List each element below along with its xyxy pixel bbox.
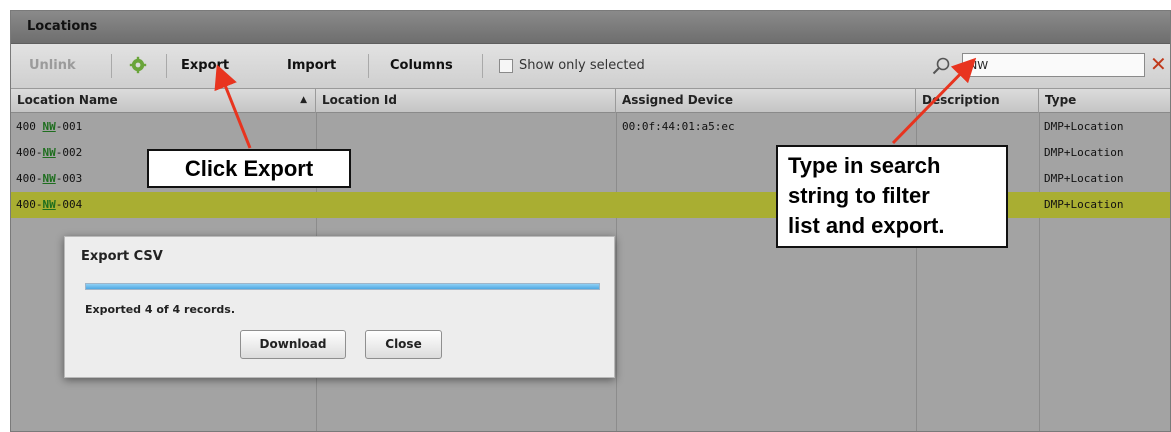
search-callout-line: string to filter: [788, 183, 930, 208]
close-button[interactable]: Close: [365, 330, 442, 359]
dialog-title: Export CSV: [81, 249, 163, 264]
search-callout: Type in search string to filter list and…: [776, 145, 1008, 248]
export-progress-bar: [85, 283, 600, 290]
name-suffix: -001: [55, 120, 83, 133]
show-selected-checkbox[interactable]: [499, 59, 513, 73]
name-suffix: -003: [55, 172, 83, 185]
columns-button[interactable]: Columns: [390, 44, 453, 88]
column-header-assigned-device[interactable]: Assigned Device: [616, 89, 916, 113]
search-input[interactable]: [962, 53, 1145, 77]
export-csv-dialog: Export CSV Exported 4 of 4 records. Down…: [64, 236, 615, 378]
toolbar-divider: [111, 54, 112, 78]
column-header-label: Location Name: [17, 93, 118, 107]
search-match: NW: [42, 198, 56, 211]
toolbar-divider: [482, 54, 483, 78]
toolbar: Unlink Export Import Columns Show only s…: [11, 44, 1170, 89]
assigned-device-cell: 00:0f:44:01:a5:ec: [622, 120, 735, 133]
name-prefix: 400-: [16, 146, 43, 159]
name-prefix: 400-: [16, 198, 43, 211]
type-cell: DMP+Location: [1044, 198, 1124, 211]
toolbar-divider: [368, 54, 369, 78]
search-callout-line: Type in search: [788, 153, 941, 178]
column-header-location-id[interactable]: Location Id: [316, 89, 616, 113]
column-header-location-name[interactable]: Location Name ▲: [11, 89, 316, 113]
show-selected-label[interactable]: Show only selected: [519, 44, 645, 88]
export-button[interactable]: Export: [181, 44, 229, 88]
location-name-cell: 400-NW-002: [16, 140, 82, 166]
search-match: NW: [42, 146, 56, 159]
search-match: NW: [42, 172, 56, 185]
unlink-button[interactable]: Unlink: [29, 44, 76, 88]
column-header-type[interactable]: Type: [1039, 89, 1170, 113]
download-button[interactable]: Download: [240, 330, 346, 359]
close-icon[interactable]: ✕: [1150, 52, 1167, 76]
name-prefix: 400: [16, 120, 43, 133]
table-row[interactable]: 400 NW-001 00:0f:44:01:a5:ec DMP+Locatio…: [11, 114, 1170, 140]
sort-ascending-icon: ▲: [300, 95, 307, 105]
panel-title: Locations: [11, 11, 1170, 44]
export-status-message: Exported 4 of 4 records.: [85, 303, 236, 316]
name-prefix: 400-: [16, 172, 43, 185]
search-callout-line: list and export.: [788, 213, 945, 238]
export-callout: Click Export: [147, 149, 351, 188]
location-name-cell: 400-NW-003: [16, 166, 82, 192]
name-suffix: -002: [55, 146, 83, 159]
search-icon: [932, 57, 950, 75]
location-name-cell: 400 NW-001: [16, 114, 82, 140]
type-cell: DMP+Location: [1044, 146, 1124, 159]
location-name-cell: 400-NW-004: [16, 192, 82, 218]
type-cell: DMP+Location: [1044, 172, 1124, 185]
search-match: NW: [42, 120, 56, 133]
progress-fill: [86, 284, 599, 289]
type-cell: DMP+Location: [1044, 120, 1124, 133]
gear-icon[interactable]: [129, 56, 147, 74]
import-button[interactable]: Import: [287, 44, 336, 88]
column-header-description[interactable]: Description: [916, 89, 1039, 113]
toolbar-divider: [166, 54, 167, 78]
name-suffix: -004: [55, 198, 83, 211]
